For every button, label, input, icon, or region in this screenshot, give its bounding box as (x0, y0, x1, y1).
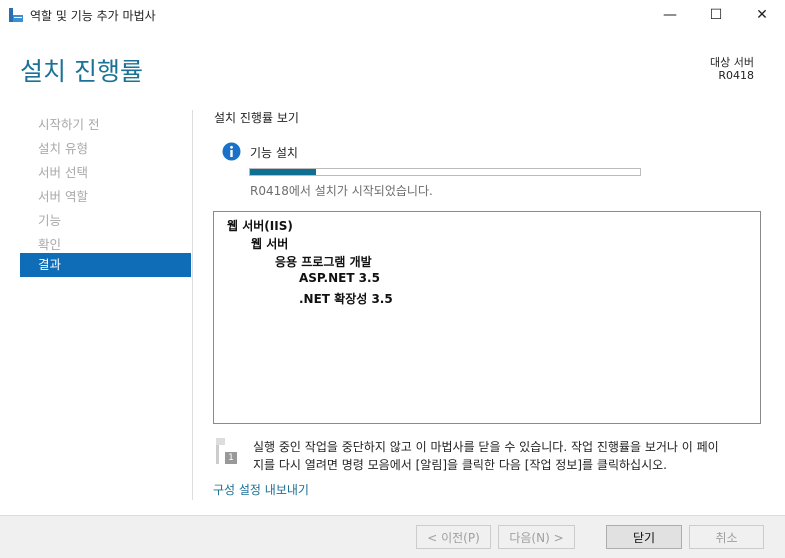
sidebar-item-confirmation: 확인 (38, 237, 62, 252)
sidebar-item-features: 기능 (38, 213, 62, 228)
note-line-1: 실행 중인 작업을 중단하지 않고 이 마법사를 닫을 수 있습니다. 작업 진… (253, 440, 719, 454)
sidebar-item-server-roles: 서버 역할 (38, 189, 88, 204)
status-text: R0418에서 설치가 시작되었습니다. (250, 184, 433, 198)
sidebar-item-server-selection: 서버 선택 (38, 165, 88, 180)
section-heading: 설치 진행률 보기 (214, 111, 299, 125)
notification-flag-icon: 1 (215, 438, 239, 466)
tree-item: 웹 서버 (251, 237, 289, 251)
next-button[interactable]: 다음(N) > (498, 525, 575, 549)
close-window-button[interactable]: ✕ (739, 0, 785, 30)
results-list: 웹 서버(IIS) 웹 서버 응용 프로그램 개발 ASP.NET 3.5 .N… (213, 211, 761, 424)
server-manager-icon (9, 8, 23, 22)
sidebar-item-installation-type: 설치 유형 (38, 141, 88, 156)
export-settings-link[interactable]: 구성 설정 내보내기 (213, 481, 309, 498)
sidebar-item-before-you-begin: 시작하기 전 (38, 117, 100, 132)
sidebar-item-results[interactable]: 결과 (20, 253, 191, 277)
title-bar: 역할 및 기능 추가 마법사 — ☐ ✕ (0, 0, 785, 30)
page-title: 설치 진행률 (20, 57, 143, 86)
window-title: 역할 및 기능 추가 마법사 (30, 9, 156, 23)
status-title: 기능 설치 (250, 146, 298, 160)
tree-item: 응용 프로그램 개발 (275, 255, 372, 269)
progress-bar (249, 168, 641, 176)
notification-badge: 1 (225, 452, 237, 464)
target-server-label: 대상 서버 (710, 56, 754, 69)
info-icon (222, 142, 241, 161)
tree-item: ASP.NET 3.5 (299, 271, 380, 285)
note-line-2: 지를 다시 열려면 명령 모음에서 [알림]을 클릭한 다음 [작업 정보]를 … (253, 458, 667, 472)
divider (192, 110, 193, 500)
tree-item: .NET 확장성 3.5 (299, 292, 393, 306)
tree-item: 웹 서버(IIS) (227, 219, 293, 233)
cancel-button[interactable]: 취소 (689, 525, 764, 549)
progress-fill (250, 169, 317, 175)
close-button[interactable]: 닫기 (606, 525, 682, 549)
previous-button[interactable]: < 이전(P) (416, 525, 491, 549)
target-server-name: R0418 (718, 69, 754, 82)
minimize-button[interactable]: — (647, 0, 693, 30)
maximize-button[interactable]: ☐ (693, 0, 739, 30)
